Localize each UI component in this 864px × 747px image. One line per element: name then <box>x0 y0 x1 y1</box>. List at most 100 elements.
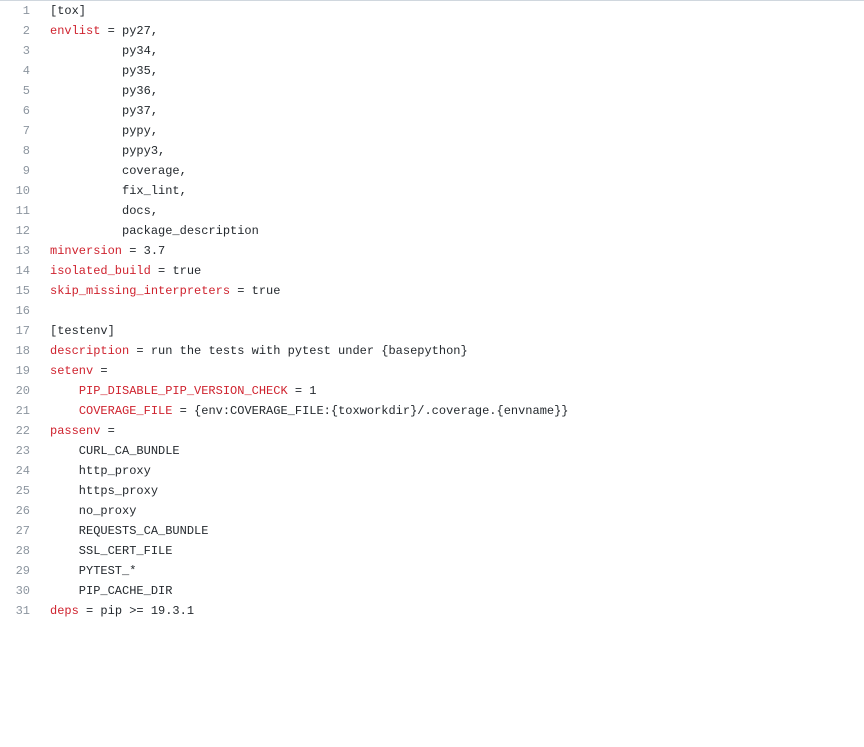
line-content[interactable]: no_proxy <box>40 501 864 521</box>
line-number[interactable]: 8 <box>0 141 40 161</box>
line-number[interactable]: 4 <box>0 61 40 81</box>
line-number[interactable]: 28 <box>0 541 40 561</box>
code-token: PIP_DISABLE_PIP_VERSION_CHECK <box>79 384 288 398</box>
line-number[interactable]: 13 <box>0 241 40 261</box>
line-content[interactable]: py34, <box>40 41 864 61</box>
line-content[interactable]: [tox] <box>40 1 864 21</box>
code-line[interactable]: 6 py37, <box>0 101 864 121</box>
line-content[interactable]: COVERAGE_FILE = {env:COVERAGE_FILE:{toxw… <box>40 401 864 421</box>
line-content[interactable]: PIP_CACHE_DIR <box>40 581 864 601</box>
code-line[interactable]: 13minversion = 3.7 <box>0 241 864 261</box>
line-number[interactable]: 25 <box>0 481 40 501</box>
line-number[interactable]: 22 <box>0 421 40 441</box>
line-number[interactable]: 11 <box>0 201 40 221</box>
line-number[interactable]: 16 <box>0 301 40 321</box>
line-content[interactable]: package_description <box>40 221 864 241</box>
code-line[interactable]: 5 py36, <box>0 81 864 101</box>
line-number[interactable]: 17 <box>0 321 40 341</box>
line-content[interactable]: PIP_DISABLE_PIP_VERSION_CHECK = 1 <box>40 381 864 401</box>
code-line[interactable]: 29 PYTEST_* <box>0 561 864 581</box>
line-content[interactable]: py36, <box>40 81 864 101</box>
code-line[interactable]: 30 PIP_CACHE_DIR <box>0 581 864 601</box>
line-content[interactable]: SSL_CERT_FILE <box>40 541 864 561</box>
code-line[interactable]: 3 py34, <box>0 41 864 61</box>
line-number[interactable]: 24 <box>0 461 40 481</box>
code-line[interactable]: 26 no_proxy <box>0 501 864 521</box>
code-line[interactable]: 15skip_missing_interpreters = true <box>0 281 864 301</box>
code-line[interactable]: 24 http_proxy <box>0 461 864 481</box>
code-line[interactable]: 7 pypy, <box>0 121 864 141</box>
code-line[interactable]: 18description = run the tests with pytes… <box>0 341 864 361</box>
line-number[interactable]: 21 <box>0 401 40 421</box>
code-line[interactable]: 9 coverage, <box>0 161 864 181</box>
code-line[interactable]: 27 REQUESTS_CA_BUNDLE <box>0 521 864 541</box>
line-number[interactable]: 29 <box>0 561 40 581</box>
line-content[interactable]: [testenv] <box>40 321 864 341</box>
line-number[interactable]: 15 <box>0 281 40 301</box>
code-token: 1 <box>309 384 316 398</box>
code-token: REQUESTS_CA_BUNDLE <box>50 524 208 538</box>
line-content[interactable]: pypy, <box>40 121 864 141</box>
line-number[interactable]: 20 <box>0 381 40 401</box>
code-line[interactable]: 16 <box>0 301 864 321</box>
line-content[interactable] <box>40 301 864 321</box>
code-line[interactable]: 21 COVERAGE_FILE = {env:COVERAGE_FILE:{t… <box>0 401 864 421</box>
line-number[interactable]: 14 <box>0 261 40 281</box>
line-number[interactable]: 18 <box>0 341 40 361</box>
line-content[interactable]: skip_missing_interpreters = true <box>40 281 864 301</box>
code-line[interactable]: 25 https_proxy <box>0 481 864 501</box>
code-line[interactable]: 22passenv = <box>0 421 864 441</box>
line-number[interactable]: 9 <box>0 161 40 181</box>
line-number[interactable]: 3 <box>0 41 40 61</box>
code-line[interactable]: 23 CURL_CA_BUNDLE <box>0 441 864 461</box>
code-line[interactable]: 17[testenv] <box>0 321 864 341</box>
line-content[interactable]: deps = pip >= 19.3.1 <box>40 601 864 621</box>
line-content[interactable]: isolated_build = true <box>40 261 864 281</box>
line-content[interactable]: CURL_CA_BUNDLE <box>40 441 864 461</box>
line-content[interactable]: setenv = <box>40 361 864 381</box>
code-token: PYTEST_* <box>50 564 136 578</box>
line-content[interactable]: minversion = 3.7 <box>40 241 864 261</box>
code-line[interactable]: 12 package_description <box>0 221 864 241</box>
line-number[interactable]: 26 <box>0 501 40 521</box>
code-line[interactable]: 10 fix_lint, <box>0 181 864 201</box>
code-token: 3.7 <box>144 244 166 258</box>
line-content[interactable]: description = run the tests with pytest … <box>40 341 864 361</box>
line-content[interactable]: passenv = <box>40 421 864 441</box>
line-content[interactable]: py35, <box>40 61 864 81</box>
code-line[interactable]: 31deps = pip >= 19.3.1 <box>0 601 864 621</box>
code-line[interactable]: 28 SSL_CERT_FILE <box>0 541 864 561</box>
line-number[interactable]: 1 <box>0 1 40 21</box>
line-content[interactable]: PYTEST_* <box>40 561 864 581</box>
code-line[interactable]: 4 py35, <box>0 61 864 81</box>
code-line[interactable]: 8 pypy3, <box>0 141 864 161</box>
line-content[interactable]: fix_lint, <box>40 181 864 201</box>
line-number[interactable]: 27 <box>0 521 40 541</box>
code-line[interactable]: 20 PIP_DISABLE_PIP_VERSION_CHECK = 1 <box>0 381 864 401</box>
code-line[interactable]: 14isolated_build = true <box>0 261 864 281</box>
line-number[interactable]: 5 <box>0 81 40 101</box>
code-line[interactable]: 19setenv = <box>0 361 864 381</box>
code-token: = <box>230 284 252 298</box>
line-number[interactable]: 6 <box>0 101 40 121</box>
line-content[interactable]: py37, <box>40 101 864 121</box>
line-content[interactable]: REQUESTS_CA_BUNDLE <box>40 521 864 541</box>
line-number[interactable]: 7 <box>0 121 40 141</box>
line-number[interactable]: 23 <box>0 441 40 461</box>
code-token: py36, <box>50 84 158 98</box>
line-content[interactable]: http_proxy <box>40 461 864 481</box>
code-line[interactable]: 1[tox] <box>0 1 864 21</box>
line-number[interactable]: 2 <box>0 21 40 41</box>
line-content[interactable]: coverage, <box>40 161 864 181</box>
line-content[interactable]: docs, <box>40 201 864 221</box>
line-content[interactable]: https_proxy <box>40 481 864 501</box>
line-number[interactable]: 30 <box>0 581 40 601</box>
code-line[interactable]: 2envlist = py27, <box>0 21 864 41</box>
line-content[interactable]: pypy3, <box>40 141 864 161</box>
line-number[interactable]: 10 <box>0 181 40 201</box>
line-number[interactable]: 31 <box>0 601 40 621</box>
line-number[interactable]: 19 <box>0 361 40 381</box>
line-content[interactable]: envlist = py27, <box>40 21 864 41</box>
line-number[interactable]: 12 <box>0 221 40 241</box>
code-line[interactable]: 11 docs, <box>0 201 864 221</box>
